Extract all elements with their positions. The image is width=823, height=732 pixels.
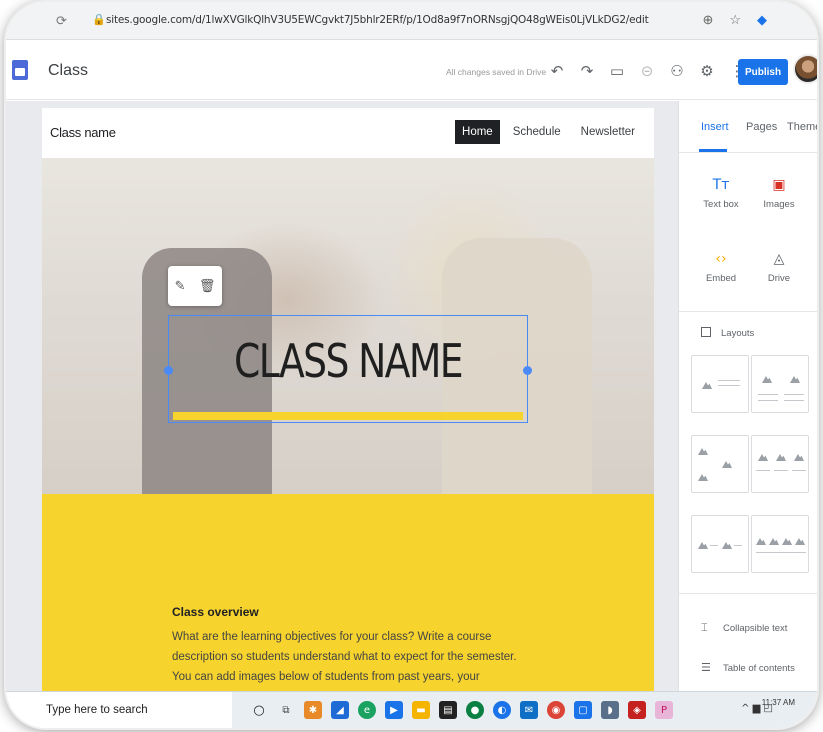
windows-taskbar: Type here to search ○ ⧉ ✱ ◢ e ▶ ▬ ▤ ● ◐ … (6, 691, 817, 728)
hero-title[interactable]: CLASS NAME (201, 334, 495, 388)
taskbar-clock[interactable]: 11:37 AM (762, 698, 795, 707)
tab-themes[interactable]: Themes (787, 121, 817, 133)
text-edit-popover: ✎ 🗑 (168, 266, 222, 306)
layout-thumbnail-2[interactable] (751, 355, 809, 413)
nav-schedule[interactable]: Schedule (506, 120, 568, 144)
layout-thumbnail-4[interactable] (751, 435, 809, 493)
trash-delete-icon[interactable]: 🗑 (199, 279, 216, 294)
panel-tabs: Insert Pages Themes (679, 101, 817, 153)
app-icon-8[interactable]: ◈ (628, 701, 646, 719)
site-document-title[interactable]: Class (48, 62, 88, 80)
share-with-others-icon[interactable]: ⚇ (666, 60, 688, 82)
overview-paragraph[interactable]: What are the learning objectives for you… (172, 627, 522, 691)
layout-thumbnail-1[interactable] (691, 355, 749, 413)
resize-handle-right[interactable] (523, 366, 532, 375)
app-icon-9[interactable]: P (655, 701, 673, 719)
undo-icon[interactable]: ↶ (546, 60, 568, 82)
tab-insert[interactable]: Insert (701, 121, 729, 133)
app-icon-2[interactable]: ◢ (331, 701, 349, 719)
active-tab-indicator (699, 149, 727, 152)
cortana-icon[interactable]: ○ (250, 701, 268, 719)
preview-devices-icon[interactable]: ▭ (606, 60, 628, 82)
edge-icon[interactable]: e (358, 701, 376, 719)
hero-banner-image[interactable]: ✎ 🗑 CLASS NAME (42, 158, 654, 498)
app-icon-7[interactable]: ◗ (601, 701, 619, 719)
overview-heading[interactable]: Class overview (172, 605, 259, 619)
layout-thumbnail-3[interactable] (691, 435, 749, 493)
account-avatar[interactable] (793, 54, 817, 84)
publish-button[interactable]: Publish (738, 59, 788, 85)
site-navigation: Home Schedule Newsletter (455, 120, 642, 144)
insert-drive[interactable]: ◬ Drive (749, 251, 809, 284)
collapsible-text-icon: ⌶ (701, 621, 708, 634)
site-name[interactable]: Class name (50, 125, 116, 140)
taskbar-search-box[interactable]: Type here to search (6, 692, 232, 728)
insert-table-of-contents[interactable]: ☰ Table of contents (701, 661, 795, 674)
table-of-contents-icon: ☰ (701, 661, 711, 674)
title-underline-bar (173, 412, 523, 420)
insert-embed[interactable]: ‹› Embed (691, 251, 751, 284)
hero-title-textbox[interactable]: CLASS NAME (164, 315, 532, 423)
text-box-icon: Tт (712, 177, 730, 193)
drive-icon: ◬ (773, 251, 785, 267)
app-icon-4[interactable]: ● (466, 701, 484, 719)
browser-address-bar: ⟳ 🔒 sites.google.com/d/1lwXVGlkQlhV3U5EW… (6, 2, 817, 40)
extension-icon[interactable]: ◆ (757, 12, 767, 28)
nav-home[interactable]: Home (455, 120, 500, 144)
resize-handle-left[interactable] (164, 366, 173, 375)
app-icon-5[interactable]: ◐ (493, 701, 511, 719)
app-icon-3[interactable]: ▶ (385, 701, 403, 719)
redo-icon[interactable]: ↷ (576, 60, 598, 82)
link-icon[interactable]: ⊝ (636, 60, 658, 82)
settings-gear-icon[interactable]: ⚙ (696, 60, 718, 82)
embed-icon: ‹› (715, 251, 727, 267)
layouts-icon (701, 327, 711, 337)
zoom-icon[interactable]: ⊕ (702, 12, 713, 28)
insert-text-box[interactable]: Tт Text box (691, 177, 751, 210)
mail-icon[interactable]: ✉ (520, 701, 538, 719)
sites-logo-icon[interactable] (12, 60, 28, 80)
insert-side-panel: Insert Pages Themes Tт Text box ▣ Images… (678, 101, 817, 691)
layout-thumbnail-5[interactable] (691, 515, 749, 573)
image-icon: ▣ (772, 177, 786, 193)
reload-icon[interactable]: ⟳ (56, 13, 67, 29)
save-status: All changes saved in Drive (446, 67, 547, 77)
store-icon[interactable]: ▤ (439, 701, 457, 719)
overview-section: Class overview What are the learning obj… (42, 494, 654, 691)
layout-thumbnail-6[interactable] (751, 515, 809, 573)
app-icon-6[interactable]: ▢ (574, 701, 592, 719)
insert-collapsible-text[interactable]: ⌶ Collapsible text (701, 621, 787, 635)
bookmark-star-icon[interactable]: ☆ (729, 12, 741, 28)
pencil-edit-icon[interactable]: ✎ (175, 279, 186, 294)
layouts-header[interactable]: Layouts (701, 327, 754, 339)
lock-icon[interactable]: 🔒 (92, 13, 106, 26)
task-view-icon[interactable]: ⧉ (277, 701, 295, 719)
site-preview: Class name Home Schedule Newsletter ✎ 🗑 … (42, 108, 654, 691)
insert-images[interactable]: ▣ Images (749, 177, 809, 210)
app-toolbar: Class All changes saved in Drive ↶ ↷ ▭ ⊝… (6, 40, 817, 100)
site-header: Class name Home Schedule Newsletter (42, 108, 654, 158)
nav-newsletter[interactable]: Newsletter (574, 120, 642, 144)
screenshot-frame: ⟳ 🔒 sites.google.com/d/1lwXVGlkQlhV3U5EW… (6, 2, 817, 728)
tab-pages[interactable]: Pages (746, 121, 777, 133)
file-explorer-icon[interactable]: ▬ (412, 701, 430, 719)
url-field[interactable]: sites.google.com/d/1lwXVGlkQlhV3U5EWCgvk… (106, 14, 649, 26)
chrome-icon[interactable]: ◉ (547, 701, 565, 719)
taskbar-search-placeholder: Type here to search (46, 704, 148, 716)
app-icon-1[interactable]: ✱ (304, 701, 322, 719)
